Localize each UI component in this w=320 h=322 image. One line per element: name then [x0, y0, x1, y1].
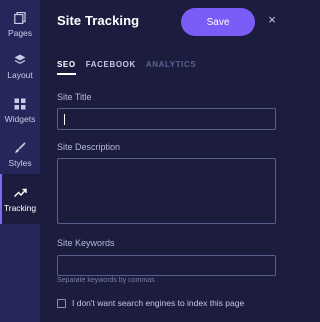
brush-icon — [12, 141, 28, 155]
keywords-hint: Separate keywords by commas — [57, 277, 155, 284]
layout-icon — [12, 53, 28, 67]
site-description-label: Site Description — [57, 142, 121, 152]
site-keywords-label: Site Keywords — [57, 238, 115, 248]
tab-seo[interactable]: SEO — [57, 60, 76, 75]
sidebar-item-styles[interactable]: Styles — [0, 132, 40, 176]
sidebar-item-tracking[interactable]: Tracking — [0, 174, 40, 224]
trending-icon — [12, 186, 28, 200]
sidebar-item-pages[interactable]: Pages — [0, 2, 40, 46]
widgets-icon — [12, 97, 28, 111]
page-title: Site Tracking — [57, 13, 140, 28]
site-keywords-input[interactable] — [57, 255, 276, 276]
site-title-input[interactable] — [57, 108, 276, 130]
site-title-label: Site Title — [57, 92, 92, 102]
no-index-label: I don't want search engines to index thi… — [72, 298, 245, 308]
sidebar-rail: Pages Layout Widgets Styles Tracking — [0, 0, 40, 322]
no-index-checkbox[interactable] — [57, 298, 66, 308]
tab-analytics[interactable]: ANALYTICS — [146, 60, 196, 74]
tab-facebook[interactable]: FACEBOOK — [86, 60, 136, 74]
no-index-option[interactable]: I don't want search engines to index thi… — [57, 298, 244, 308]
sidebar-item-label: Layout — [7, 69, 33, 80]
pages-icon — [12, 11, 28, 25]
sidebar-item-label: Widgets — [4, 113, 36, 124]
site-description-textarea[interactable] — [57, 158, 276, 224]
sidebar-item-label: Styles — [8, 157, 32, 168]
sidebar-item-widgets[interactable]: Widgets — [0, 88, 40, 132]
tab-bar: SEO FACEBOOK ANALYTICS — [57, 60, 196, 75]
sidebar-item-label: Tracking — [3, 202, 37, 213]
sidebar-item-layout[interactable]: Layout — [0, 44, 40, 88]
text-caret — [64, 114, 65, 125]
save-button[interactable]: Save — [181, 8, 255, 36]
sidebar-item-label: Pages — [7, 27, 33, 38]
close-icon[interactable]: × — [265, 12, 279, 27]
site-tracking-panel: Site Tracking Save × SEO FACEBOOK ANALYT… — [40, 0, 288, 322]
